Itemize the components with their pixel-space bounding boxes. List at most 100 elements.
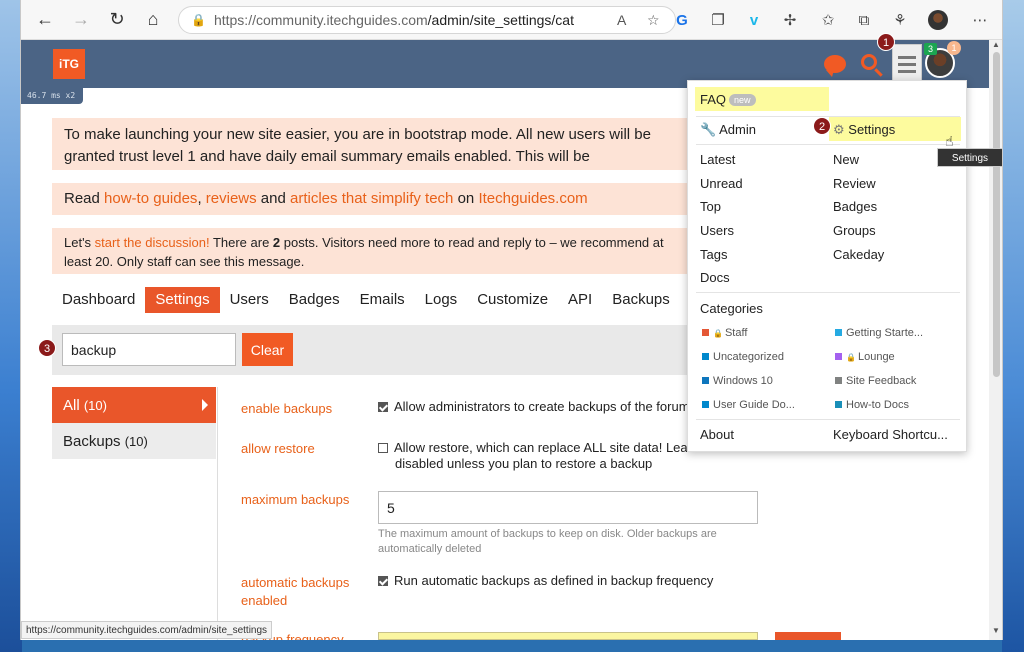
- category-color-swatch: [702, 329, 709, 336]
- bootstrap-notice: To make launching your new site easier, …: [52, 118, 692, 170]
- category-link[interactable]: 🔒 Lounge: [835, 351, 895, 363]
- category-link[interactable]: User Guide Do...: [702, 399, 795, 411]
- setting-automatic-backups: Run automatic backups as defined in back…: [378, 573, 713, 589]
- save-setting-button[interactable]: [775, 632, 841, 640]
- articles-link[interactable]: articles that simplify tech: [290, 190, 453, 207]
- reviewable-badge: 1: [947, 41, 961, 55]
- tab-logs[interactable]: Logs: [415, 287, 468, 313]
- menu-faq[interactable]: FAQ new: [700, 92, 756, 107]
- scroll-up-icon[interactable]: ▲: [992, 40, 1000, 49]
- settings-filter-input[interactable]: [62, 333, 236, 366]
- setting-label-enable-backups: enable backups: [241, 401, 333, 416]
- menu-latest[interactable]: Latest: [700, 152, 735, 167]
- hamburger-menu-icon[interactable]: [892, 44, 922, 84]
- address-bar[interactable]: 🔒 https://community.itechguides.com/admi…: [178, 6, 676, 34]
- menu-unread[interactable]: Unread: [700, 176, 743, 191]
- tab-emails[interactable]: Emails: [350, 287, 415, 313]
- hamburger-dropdown: FAQ new 🔧 Admin ⚙ Settings Latest Unread …: [687, 80, 967, 452]
- grammarly-icon[interactable]: G: [671, 9, 693, 31]
- menu-keyboard-shortcuts[interactable]: Keyboard Shortcu...: [833, 427, 948, 442]
- category-color-swatch: [835, 401, 842, 408]
- desktop-background-left: [0, 0, 22, 652]
- page-scrollbar[interactable]: ▲ ▼: [989, 40, 1002, 640]
- read-aloud-icon[interactable]: A: [617, 12, 626, 28]
- step-marker-1: 1: [877, 33, 895, 51]
- url-text: https://community.itechguides.com/admin/…: [213, 12, 574, 28]
- browser-toolbar: ← → ↻ ⌂ 🔒 https://community.itechguides.…: [21, 0, 1002, 40]
- extension-icon[interactable]: ❐: [707, 9, 729, 31]
- favorites-icon[interactable]: ✩: [817, 9, 839, 31]
- refresh-icon[interactable]: ↻: [99, 4, 135, 36]
- category-color-swatch: [702, 377, 709, 384]
- category-link[interactable]: Site Feedback: [835, 375, 916, 387]
- puzzle-icon[interactable]: ✢: [779, 9, 801, 31]
- lock-icon: 🔒: [713, 329, 723, 338]
- how-to-guides-link[interactable]: how-to guides: [104, 190, 197, 207]
- setting-label-maximum-backups: maximum backups: [241, 492, 350, 507]
- tab-badges[interactable]: Badges: [279, 287, 350, 313]
- enable-backups-checkbox[interactable]: [378, 402, 388, 412]
- menu-users[interactable]: Users: [700, 223, 734, 238]
- menu-groups[interactable]: Groups: [833, 223, 876, 238]
- start-discussion-link[interactable]: start the discussion!: [95, 235, 210, 250]
- scroll-down-icon[interactable]: ▼: [992, 626, 1000, 635]
- profiler-badge[interactable]: 46.7 ms x2: [21, 88, 83, 104]
- category-backups[interactable]: Backups (10): [52, 423, 216, 459]
- category-color-swatch: [835, 377, 842, 384]
- tab-backups[interactable]: Backups: [602, 287, 680, 313]
- category-color-swatch: [702, 401, 709, 408]
- menu-badges[interactable]: Badges: [833, 199, 877, 214]
- admin-nav: Dashboard Settings Users Badges Emails L…: [52, 287, 680, 313]
- chat-icon[interactable]: [821, 50, 849, 78]
- search-icon[interactable]: [857, 50, 885, 78]
- menu-admin[interactable]: 🔧 Admin: [700, 122, 756, 138]
- menu-cakeday[interactable]: Cakeday: [833, 247, 884, 262]
- menu-review[interactable]: Review: [833, 176, 876, 191]
- category-link[interactable]: Windows 10: [702, 375, 773, 387]
- forward-icon[interactable]: →: [63, 4, 99, 36]
- tab-api[interactable]: API: [558, 287, 602, 313]
- home-icon[interactable]: ⌂: [135, 4, 171, 36]
- tab-users[interactable]: Users: [220, 287, 279, 313]
- step-marker-3: 3: [38, 339, 56, 357]
- site-logo[interactable]: iTG: [53, 49, 85, 79]
- more-options-icon[interactable]: ⋯: [969, 9, 991, 31]
- tab-dashboard[interactable]: Dashboard: [52, 287, 145, 313]
- categories-heading[interactable]: Categories: [700, 301, 763, 316]
- tab-customize[interactable]: Customize: [467, 287, 558, 313]
- profile-icon[interactable]: [927, 9, 949, 31]
- allow-restore-checkbox[interactable]: [378, 443, 388, 453]
- setting-label-allow-restore: allow restore: [241, 441, 315, 456]
- menu-settings[interactable]: ⚙ Settings: [833, 122, 895, 138]
- scroll-thumb[interactable]: [993, 52, 1000, 377]
- category-link[interactable]: Getting Starte...: [835, 327, 923, 339]
- maximum-backups-input[interactable]: [378, 491, 758, 524]
- collections-icon[interactable]: ⧉: [853, 9, 875, 31]
- category-all[interactable]: All (10): [52, 387, 216, 423]
- category-link[interactable]: How-to Docs: [835, 399, 909, 411]
- extensions-icon[interactable]: ⚘: [889, 9, 911, 31]
- backup-frequency-input[interactable]: [378, 632, 758, 640]
- tab-settings[interactable]: Settings: [145, 287, 220, 313]
- global-notice: Read how-to guides, reviews and articles…: [52, 183, 692, 215]
- itechguides-link[interactable]: Itechguides.com: [478, 190, 587, 207]
- menu-top[interactable]: Top: [700, 199, 721, 214]
- clear-button[interactable]: Clear: [242, 333, 293, 366]
- wrench-icon: 🔧: [700, 122, 717, 137]
- reviews-link[interactable]: reviews: [206, 190, 257, 207]
- favorite-star-icon[interactable]: ☆: [647, 12, 660, 29]
- back-icon[interactable]: ←: [27, 4, 63, 36]
- menu-separator: [696, 292, 960, 293]
- automatic-backups-checkbox[interactable]: [378, 576, 388, 586]
- category-link[interactable]: 🔒 Staff: [702, 327, 747, 339]
- maximum-backups-help: The maximum amount of backups to keep on…: [378, 528, 717, 555]
- menu-tags[interactable]: Tags: [700, 247, 727, 262]
- menu-docs[interactable]: Docs: [700, 270, 730, 285]
- discussion-notice: Let's start the discussion! There are 2 …: [52, 228, 692, 274]
- lock-icon: 🔒: [846, 353, 856, 362]
- category-link[interactable]: Uncategorized: [702, 351, 784, 363]
- menu-about[interactable]: About: [700, 427, 734, 442]
- menu-new[interactable]: New: [833, 152, 859, 167]
- browser-window: ← → ↻ ⌂ 🔒 https://community.itechguides.…: [20, 0, 1003, 640]
- vimeo-icon[interactable]: v: [743, 9, 765, 31]
